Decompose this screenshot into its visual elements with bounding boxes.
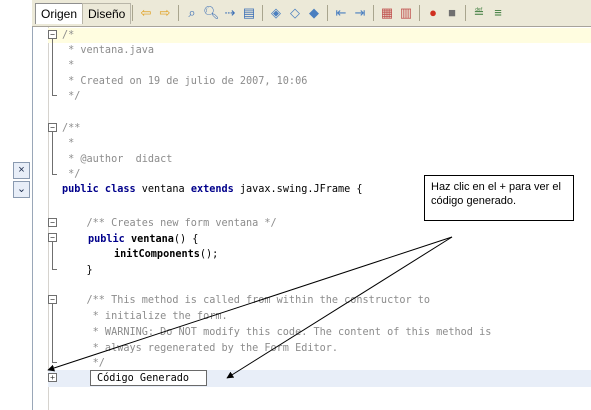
code-line: * WARNING: Do NOT modify this code. The … xyxy=(62,327,492,338)
code-line: * Created on 19 de julio de 2007, 10:06 xyxy=(62,76,308,87)
current-line-highlight xyxy=(48,28,591,43)
fold-end xyxy=(52,95,57,96)
toolbar-separator xyxy=(465,5,466,21)
back-icon[interactable]: ⇦ xyxy=(138,5,154,21)
code-line: /** This method is called from within th… xyxy=(62,295,431,306)
code-line: * ventana.java xyxy=(62,45,155,56)
fold-line xyxy=(52,132,53,174)
expand-generated-code-toggle[interactable]: + xyxy=(48,373,57,382)
code-line: /* xyxy=(62,30,75,41)
fold-line xyxy=(52,304,53,362)
prev-bookmark-icon[interactable]: ◈ xyxy=(268,5,284,21)
shift-right-icon[interactable]: ⇥ xyxy=(352,5,368,21)
code-line: /** Creates new form ventana */ xyxy=(62,218,277,229)
edit-icon[interactable]: ≝ xyxy=(471,5,487,21)
left-window-controls: × ⌄ xyxy=(13,162,30,200)
constructor-params: () { xyxy=(173,234,199,245)
toolbar-separator xyxy=(262,5,263,21)
class-declaration-line: public class ventana extends javax.swing… xyxy=(62,182,363,197)
left-window-strip xyxy=(0,0,14,410)
code-line: * @author didact xyxy=(62,154,173,165)
code-fold-margin: − − − − − + xyxy=(48,27,60,410)
toolbar-separator xyxy=(373,5,374,21)
class-name: ventana xyxy=(135,184,191,195)
code-line: } xyxy=(62,265,93,276)
fold-toggle[interactable]: − xyxy=(48,233,57,242)
toolbar-separator xyxy=(132,5,133,21)
generated-code-fold-box[interactable]: Código Generado xyxy=(90,370,207,386)
code-line: * xyxy=(62,138,75,149)
tab-diseno[interactable]: Diseño xyxy=(82,3,132,24)
line-number-gutter xyxy=(33,27,49,410)
toolbar-separator xyxy=(178,5,179,21)
code-line: * xyxy=(62,60,75,71)
keyword: public xyxy=(88,234,125,245)
keyword: public class xyxy=(62,184,136,195)
forward-icon[interactable]: ⇨ xyxy=(157,5,173,21)
fold-toggle[interactable]: − xyxy=(48,218,57,227)
comment-icon[interactable]: ▦ xyxy=(379,5,395,21)
code-line: * always regenerated by the Form Editor. xyxy=(62,343,339,354)
align-icon[interactable]: ≡ xyxy=(490,5,506,21)
fold-toggle[interactable]: − xyxy=(48,30,57,39)
code-line: */ xyxy=(62,91,81,102)
method-name: initComponents xyxy=(114,249,200,260)
superclass: javax.swing.JFrame { xyxy=(233,184,363,195)
fold-end xyxy=(52,362,57,363)
stop-macro-icon[interactable]: ■ xyxy=(444,5,460,21)
code-line: */ xyxy=(62,358,105,369)
chevron-down-icon[interactable]: ⌄ xyxy=(13,181,30,198)
code-line: */ xyxy=(62,169,81,180)
constructor-name: ventana xyxy=(124,234,174,245)
next-bookmark-icon[interactable]: ◇ xyxy=(287,5,303,21)
find-icon[interactable]: 🔍︎ xyxy=(203,5,220,21)
toolbar-separator xyxy=(327,5,328,21)
editor-toolbar: Origen Diseño ⇦ ⇨ ⌕ 🔍︎ ⇢ ▤ ◈ ◇ ◆ ⇤ ⇥ ▦ ▥… xyxy=(32,0,591,27)
constructor-declaration-line: public ventana() { xyxy=(88,232,198,247)
code-line: /** xyxy=(62,123,81,134)
toolbar-separator xyxy=(419,5,420,21)
close-icon[interactable]: × xyxy=(13,162,30,179)
keyword: extends xyxy=(190,184,234,195)
fold-toggle[interactable]: − xyxy=(48,295,57,304)
fold-end xyxy=(52,269,57,270)
code-line: * initialize the form. xyxy=(62,311,228,322)
tab-origen[interactable]: Origen xyxy=(35,3,84,24)
method-args: (); xyxy=(199,249,219,260)
fold-line xyxy=(52,39,53,95)
find-next-icon[interactable]: ⇢ xyxy=(222,5,238,21)
fold-end xyxy=(52,174,57,175)
start-macro-icon[interactable]: ● xyxy=(425,5,441,21)
fold-line xyxy=(52,242,53,269)
uncomment-icon[interactable]: ▥ xyxy=(398,5,414,21)
fold-toggle[interactable]: − xyxy=(48,123,57,132)
find-selection-icon[interactable]: ⌕ xyxy=(184,5,200,21)
annotation-callout: Haz clic en el + para ver el código gene… xyxy=(424,175,574,221)
init-components-call-line: initComponents(); xyxy=(114,247,218,262)
toggle-highlight-icon[interactable]: ▤ xyxy=(241,5,257,21)
shift-left-icon[interactable]: ⇤ xyxy=(333,5,349,21)
toggle-bookmark-icon[interactable]: ◆ xyxy=(306,5,322,21)
